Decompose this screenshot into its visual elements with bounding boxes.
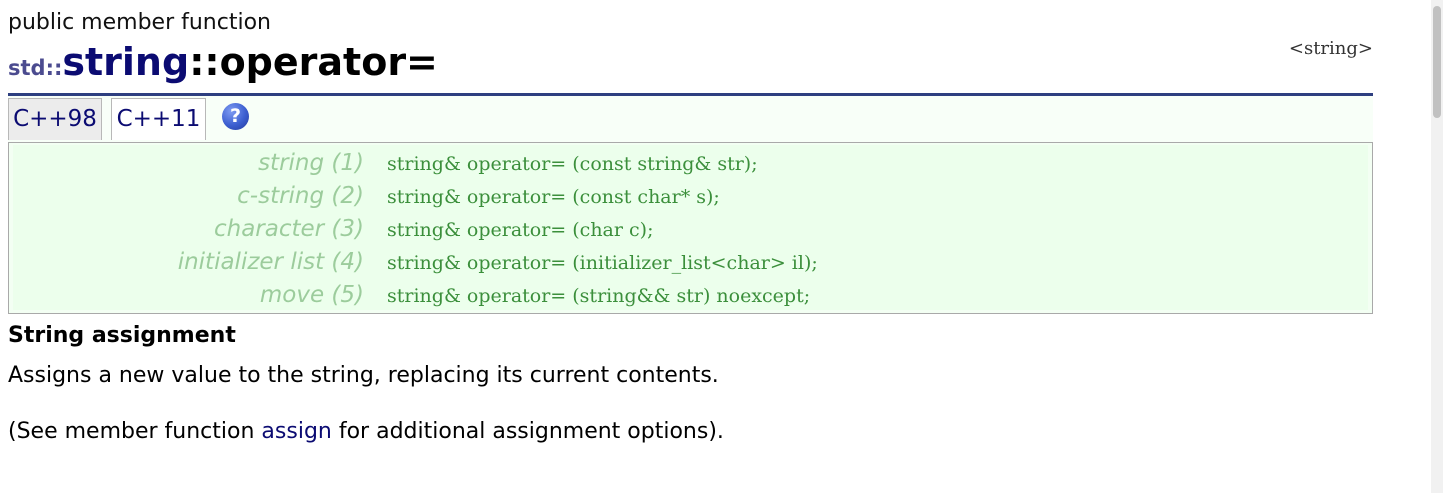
help-icon[interactable]: ?: [222, 103, 249, 130]
tab-cxx98[interactable]: C++98: [8, 98, 102, 140]
prototype-code: string& operator= (initializer_list<char…: [387, 252, 818, 274]
scrollbar-thumb[interactable]: [1433, 6, 1441, 118]
see-also-text-after: for additional assignment options).: [331, 419, 724, 444]
prototype-label: string (1): [258, 150, 364, 176]
prototype-row: character (3) string& operator= (char c)…: [13, 211, 1368, 245]
vertical-scrollbar[interactable]: [1431, 0, 1443, 493]
member-kind: public member function: [8, 10, 271, 35]
title-class-name: string: [62, 40, 190, 84]
standard-tab-bar: C++98 C++11 ?: [8, 96, 1373, 142]
prototype-code: string& operator= (const string& str);: [387, 153, 758, 175]
assign-link[interactable]: assign: [261, 419, 331, 444]
title-namespace: std::: [8, 56, 63, 80]
prototypes-box: string (1) string& operator= (const stri…: [8, 142, 1373, 314]
prototype-row: string (1) string& operator= (const stri…: [13, 145, 1368, 179]
description-paragraph: Assigns a new value to the string, repla…: [8, 363, 719, 388]
see-also-text-before: (See member function: [8, 419, 262, 444]
prototype-code: string& operator= (const char* s);: [387, 186, 720, 208]
title-member: ::operator=: [189, 40, 438, 84]
see-also-paragraph: (See member function assign for addition…: [8, 419, 724, 444]
prototype-row: initializer list (4) string& operator= (…: [13, 244, 1368, 278]
prototype-label: initializer list (4): [177, 249, 364, 275]
prototype-label: c-string (2): [237, 183, 364, 209]
prototype-row: c-string (2) string& operator= (const ch…: [13, 178, 1368, 212]
section-heading: String assignment: [8, 323, 236, 348]
header-file-label: <string>: [1288, 38, 1373, 59]
prototype-label: character (3): [213, 216, 364, 242]
prototype-code: string& operator= (string&& str) noexcep…: [387, 285, 811, 307]
prototype-code: string& operator= (char c);: [387, 219, 654, 241]
prototype-row: move (5) string& operator= (string&& str…: [13, 277, 1368, 310]
tab-cxx11[interactable]: C++11: [111, 98, 206, 140]
prototype-label: move (5): [259, 282, 364, 308]
page-title: std::string::operator=: [8, 40, 438, 84]
